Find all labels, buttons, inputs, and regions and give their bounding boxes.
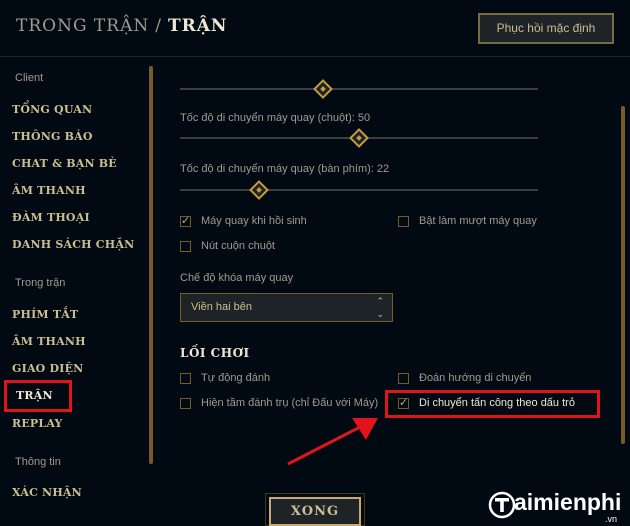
- done-button[interactable]: XONG: [269, 497, 361, 526]
- watermark-tld: .vn: [605, 514, 618, 524]
- watermark-brand: aimienphi: [514, 489, 622, 515]
- annotation-arrow-icon: [287, 418, 378, 466]
- watermark-logo: aimienphi .vn: [488, 487, 628, 525]
